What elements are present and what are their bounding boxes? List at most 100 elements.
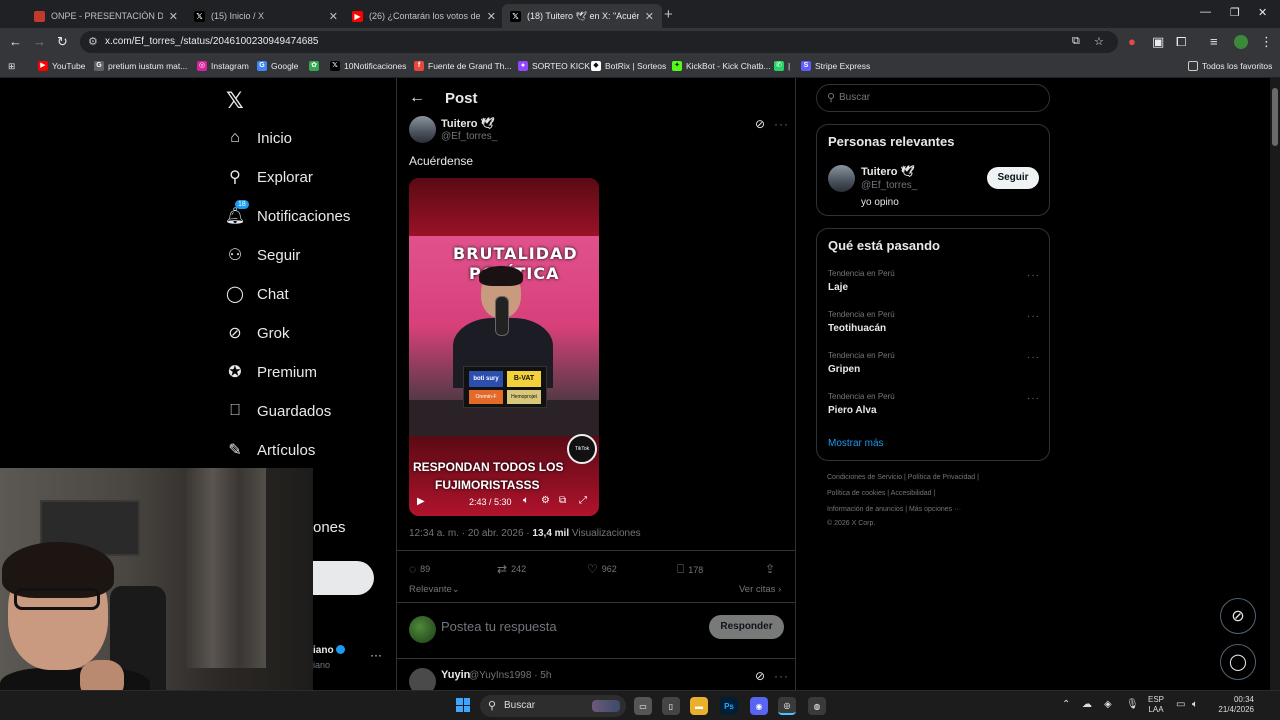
page-scrollbar[interactable] [1270,78,1280,690]
reload-icon[interactable]: ↻ [57,34,68,50]
language-indicator[interactable]: ESP LAA [1148,695,1164,715]
nav-item-premium[interactable]: ✪ Premium [226,357,317,387]
obs-icon[interactable]: ◍ [808,697,826,715]
star-icon[interactable]: ☆ [1094,35,1104,48]
tray-overflow-icon[interactable]: ⌃ [1062,699,1070,710]
close-window-icon[interactable]: ✕ [1258,6,1267,19]
nav-item-grok[interactable]: ⊘ Grok [226,318,289,348]
follow-button[interactable]: Seguir [987,167,1039,189]
bookmark-instagram[interactable]: ◎ Instagram [197,61,249,71]
nav-item-more-options[interactable]: ones [313,519,346,536]
back-icon[interactable]: ← [9,34,22,50]
chrome-icon[interactable]: ◎ [778,697,796,715]
profile-more-icon[interactable]: ··· [370,648,382,662]
browser-tab-active[interactable]: 𝕏 (18) Tuitero 🕊 en X: "Acuérden ✕ [502,4,662,28]
nav-item-seguir[interactable]: ⚇ Seguir [226,240,301,270]
nav-item-articulos[interactable]: ✎ Artículos [226,435,315,465]
nav-item-chat[interactable]: ◯ Chat [226,279,289,309]
relevant-handle[interactable]: @Ef_torres_ [861,180,917,191]
author-name[interactable]: Tuitero 🕊 [441,117,494,130]
messages-fab-icon[interactable]: ◯ [1220,644,1256,680]
nav-profile-name[interactable]: iano [313,645,345,656]
close-tab-icon[interactable]: ✕ [169,10,178,23]
footer-links[interactable]: Política de cookies | Accesibilidad | [827,490,935,497]
puzzle-icon[interactable]: ⧠ [1176,34,1186,50]
maximize-icon[interactable]: ❐ [1230,6,1240,19]
view-quotes-link[interactable]: Ver citas › [739,584,781,595]
bookmark-extension[interactable]: ✿ [309,61,323,71]
relevant-name[interactable]: Tuitero 🕊 [861,165,914,178]
relevant-avatar[interactable] [828,165,855,192]
nav-item-inicio[interactable]: ⌂ Inicio [226,123,292,153]
nav-item-notificaciones[interactable]: 🔔︎ 18 Notificaciones [225,200,350,231]
phone-app-icon[interactable]: ▯ [662,697,680,715]
video-player[interactable]: BRUTALIDAD POLÍTICA boti sury B-VAT Orem… [409,178,599,516]
install-icon[interactable]: ⧉ [1072,35,1080,48]
bookmark-stripe[interactable]: S Stripe Express [801,61,870,71]
nav-item-guardados[interactable]: ⎕ Guardados [226,396,331,426]
tray-app-icon[interactable]: ☁ [1082,699,1092,710]
sort-replies-dropdown[interactable]: Relevante⌄ [409,584,460,595]
site-info-icon[interactable]: ⚙ [88,35,98,48]
footer-links[interactable]: Información de anuncios | Más opciones ·… [827,506,961,513]
system-clock[interactable]: 00:34 21/4/2026 [1212,695,1254,715]
taskbar-search[interactable]: ⚲ Buscar [480,695,626,717]
trend-item[interactable]: Teotihuacán [828,323,886,334]
show-more-link[interactable]: Mostrar más [828,438,884,449]
start-button-icon[interactable] [456,698,470,712]
grok-icon[interactable]: ⊘ [755,669,765,683]
bookmark-pretium[interactable]: Gpretium iustum mat... [94,61,187,71]
nav-item-explorar[interactable]: ⚲ Explorar [226,162,313,192]
search-input[interactable]: ⚲ Buscar [816,84,1050,112]
reply-author-avatar[interactable] [409,668,436,690]
discord-icon[interactable]: ◉ [750,697,768,715]
network-icon[interactable]: ▭ [1176,699,1185,710]
extension-red-icon[interactable]: ● [1128,34,1136,50]
grok-fab-icon[interactable]: ⊘ [1220,598,1256,634]
close-tab-icon[interactable]: ✕ [487,10,496,23]
new-tab-icon[interactable]: + [664,6,673,23]
author-avatar[interactable] [409,116,436,143]
author-handle[interactable]: @Ef_torres_ [441,131,497,142]
tray-app-icon[interactable]: ◈ [1104,699,1112,710]
back-arrow-icon[interactable]: ← [409,89,425,107]
browser-tab[interactable]: ▶ (26) ¿Contarán los votos de act ✕ [344,4,504,28]
bookmark-gta[interactable]: f Fuente de Grand Th... [414,61,511,71]
bookmark-10notificaciones[interactable]: 𝕏 10Notificaciones [330,61,406,71]
reply-action[interactable]: ◌ 89 [409,562,430,576]
close-tab-icon[interactable]: ✕ [329,10,338,23]
x-logo-icon[interactable]: 𝕏 [226,88,244,114]
bookmark-botrix[interactable]: ◆ BotRix | Sorteos [591,61,666,71]
repost-action[interactable]: ⇄ 242 [497,562,526,576]
browser-menu-icon[interactable]: ⋮ [1260,34,1273,50]
photoshop-icon[interactable]: Ps [720,697,738,715]
browser-tab[interactable]: ONPE - PRESENTACIÓN DE RES ✕ [26,4,186,28]
trend-more-icon[interactable]: ··· [1027,393,1040,404]
settings-icon[interactable]: ⚙ [541,495,550,506]
extension-icon[interactable]: ▣ [1152,34,1164,50]
trend-item[interactable]: Piero Alva [828,405,877,416]
reply-input[interactable]: Postea tu respuesta [441,619,557,634]
trend-more-icon[interactable]: ··· [1027,311,1040,322]
reply-button[interactable]: Responder [709,615,784,639]
share-action[interactable]: ⇪ [765,562,779,576]
trend-item[interactable]: Gripen [828,364,860,375]
forward-icon[interactable]: → [33,34,46,50]
footer-links[interactable]: Condiciones de Servicio | Política de Pr… [827,474,979,481]
minimize-icon[interactable]: — [1200,6,1211,18]
play-icon[interactable]: ▶ [417,496,425,507]
fullscreen-icon[interactable]: ⤢ [579,495,587,506]
more-options-icon[interactable]: ··· [774,669,789,683]
profile-avatar[interactable] [1234,35,1248,49]
pip-icon[interactable]: ⧉ [559,495,566,506]
microphone-icon[interactable]: 🎙︎ [1126,699,1139,710]
like-action[interactable]: ♡ 962 [587,562,617,576]
reading-list-icon[interactable]: ≡ [1210,34,1218,50]
scroll-thumb[interactable] [1272,88,1278,146]
volume-icon[interactable]: 🔈︎ [1192,699,1198,710]
grok-icon[interactable]: ⊘ [755,117,765,131]
address-bar[interactable]: ⚙ x.com/Ef_torres_/status/20461002309494… [80,31,1118,53]
close-tab-icon[interactable]: ✕ [645,10,654,23]
apps-icon[interactable]: ⊞ [8,61,15,72]
bookmark-google[interactable]: G Google [257,61,298,71]
